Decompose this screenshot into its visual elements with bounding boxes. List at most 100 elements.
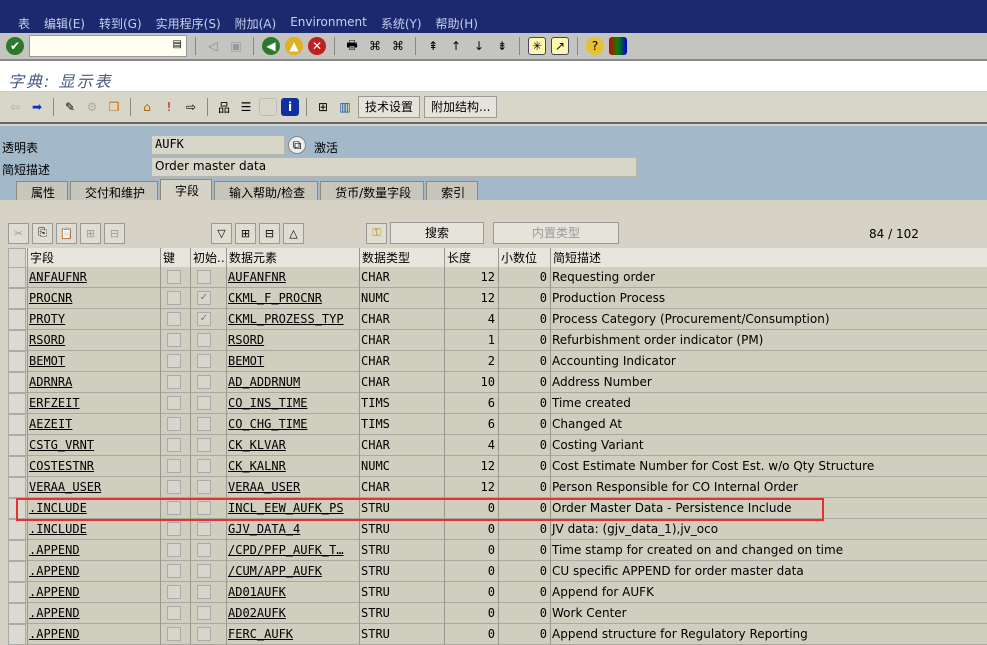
data-element-text[interactable]: AUFANFNR (228, 270, 286, 284)
field-name-text[interactable]: RSORD (29, 333, 65, 347)
field-name-text[interactable]: ERFZEIT (29, 396, 80, 410)
display-change-icon[interactable]: ✎ (61, 98, 79, 116)
field-name[interactable]: VERAA_USER (27, 477, 160, 498)
navigate-icon[interactable]: ⇨ (182, 98, 200, 116)
data-element-text[interactable]: RSORD (228, 333, 264, 347)
data-element-text[interactable]: FERC_AUFK (228, 627, 293, 641)
key-icon[interactable]: ⚿ (366, 222, 387, 244)
row-selector[interactable] (8, 393, 26, 414)
forward-arrow-icon[interactable]: ➡ (28, 98, 46, 116)
menu-item[interactable]: 帮助(H) (436, 15, 478, 32)
menu-item[interactable]: 附加(A) (235, 15, 277, 32)
field-name-text[interactable]: CSTG_VRNT (29, 438, 94, 452)
column-header[interactable]: 数据元素 (226, 248, 359, 269)
field-name-text[interactable]: VERAA_USER (29, 480, 101, 494)
row-selector[interactable] (8, 561, 26, 582)
enter-icon[interactable]: ✔ (6, 37, 24, 55)
data-element[interactable]: FERC_AUFK (226, 624, 359, 645)
data-element-text[interactable]: CKML_F_PROCNR (228, 291, 322, 305)
row-selector[interactable] (8, 414, 26, 435)
shortcut-icon[interactable]: ↗ (551, 37, 569, 55)
sort-up-icon[interactable]: △ (283, 222, 304, 244)
data-element[interactable]: /CUM/APP_AUFK (226, 561, 359, 582)
field-name[interactable]: ERFZEIT (27, 393, 160, 414)
tab-1[interactable]: 交付和维护 (70, 181, 159, 200)
append-structure-button[interactable]: 附加结构... (424, 96, 498, 118)
data-element[interactable]: AD02AUFK (226, 603, 359, 624)
cancel-icon[interactable]: ✕ (308, 37, 326, 55)
field-name-text[interactable]: PROCNR (29, 291, 72, 305)
select-all-button[interactable] (8, 248, 26, 269)
position-icon[interactable]: ! (160, 98, 178, 116)
new-session-icon[interactable]: ✳ (528, 37, 546, 55)
data-element-text[interactable]: GJV_DATA_4 (228, 522, 300, 536)
exit-icon[interactable]: ▲ (285, 37, 303, 55)
data-element-text[interactable]: INCL_EEW_AUFK_PS (228, 501, 344, 515)
row-selector[interactable] (8, 309, 26, 330)
field-name[interactable]: .APPEND (27, 624, 160, 645)
field-name[interactable]: .APPEND (27, 582, 160, 603)
data-element-text[interactable]: /CPD/PFP_AUFK_T… (228, 543, 344, 557)
data-element[interactable]: AUFANFNR (226, 267, 359, 288)
hierarchy-icon[interactable]: 品 (215, 98, 233, 116)
field-name[interactable]: PROCNR (27, 288, 160, 309)
field-name[interactable]: ANFAUFNR (27, 267, 160, 288)
field-name-text[interactable]: ANFAUFNR (29, 270, 87, 284)
field-name-text[interactable]: .APPEND (29, 627, 80, 641)
search-button[interactable]: 搜索 (390, 222, 484, 244)
where-used-icon[interactable]: ⌂ (138, 98, 156, 116)
data-element-text[interactable]: VERAA_USER (228, 480, 300, 494)
field-name[interactable]: BEMOT (27, 351, 160, 372)
column-header[interactable]: 简短描述 (550, 248, 987, 269)
row-selector[interactable] (8, 435, 26, 456)
last-page-icon[interactable]: ⇟ (493, 37, 511, 55)
field-name-text[interactable]: .INCLUDE (29, 501, 87, 515)
other-object-icon[interactable]: ❐ (105, 98, 123, 116)
data-element-text[interactable]: AD02AUFK (228, 606, 286, 620)
data-element[interactable]: INCL_EEW_AUFK_PS (226, 498, 359, 519)
row-selector[interactable] (8, 330, 26, 351)
field-name[interactable]: .APPEND (27, 540, 160, 561)
data-element[interactable]: /CPD/PFP_AUFK_T… (226, 540, 359, 561)
column-header[interactable]: 键 (160, 248, 190, 269)
back-icon[interactable]: ◀ (262, 37, 280, 55)
history-dropdown-icon[interactable]: ▤ (173, 39, 182, 50)
tech-settings-button[interactable]: 技术设置 (358, 96, 421, 118)
data-element-text[interactable]: CO_INS_TIME (228, 396, 307, 410)
tab-5[interactable]: 索引 (426, 181, 479, 200)
field-name-text[interactable]: COSTESTNR (29, 459, 94, 473)
tab-0[interactable]: 属性 (16, 181, 69, 200)
data-element[interactable]: VERAA_USER (226, 477, 359, 498)
data-element-text[interactable]: BEMOT (228, 354, 264, 368)
data-element[interactable]: AD_ADDRNUM (226, 372, 359, 393)
data-element[interactable]: BEMOT (226, 351, 359, 372)
info-icon[interactable]: i (281, 98, 299, 116)
menu-item[interactable]: 表 (18, 15, 30, 32)
menu-item[interactable]: 编辑(E) (44, 15, 85, 32)
data-element[interactable]: GJV_DATA_4 (226, 519, 359, 540)
menu-item[interactable]: 系统(Y) (381, 15, 422, 32)
data-element[interactable]: CK_KLVAR (226, 435, 359, 456)
row-selector[interactable] (8, 540, 26, 561)
data-element[interactable]: AD01AUFK (226, 582, 359, 603)
menu-item[interactable]: 实用程序(S) (156, 15, 221, 32)
column-header[interactable]: 初始... (190, 248, 226, 269)
field-name-text[interactable]: ADRNRA (29, 375, 72, 389)
sort-down-icon[interactable]: ▽ (211, 222, 232, 244)
field-name-text[interactable]: .APPEND (29, 606, 80, 620)
row-selector[interactable] (8, 477, 26, 498)
row-selector[interactable] (8, 288, 26, 309)
field-name-text[interactable]: AEZEIT (29, 417, 72, 431)
field-name-text[interactable]: .APPEND (29, 564, 80, 578)
data-element-text[interactable]: CK_KALNR (228, 459, 286, 473)
data-element-text[interactable]: CKML_PROZESS_TYP (228, 312, 344, 326)
row-selector[interactable] (8, 519, 26, 540)
field-name[interactable]: .APPEND (27, 603, 160, 624)
data-element[interactable]: RSORD (226, 330, 359, 351)
print-icon[interactable]: 🖶 (343, 37, 361, 55)
data-element-text[interactable]: CK_KLVAR (228, 438, 286, 452)
find-icon[interactable]: ⌘ (366, 37, 384, 55)
column-header[interactable]: 数据类型 (359, 248, 444, 269)
data-element[interactable]: CO_INS_TIME (226, 393, 359, 414)
table-name-field[interactable]: AUFK (151, 135, 285, 155)
